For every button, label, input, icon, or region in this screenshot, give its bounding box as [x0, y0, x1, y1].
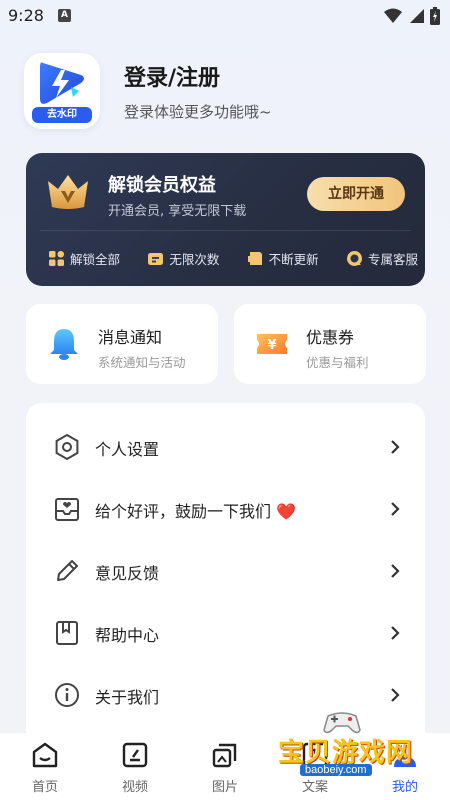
- nav-label: 我的: [391, 780, 418, 795]
- review-icon: [55, 498, 79, 521]
- menu-item-help[interactable]: 帮助中心: [26, 603, 425, 663]
- notifications-card[interactable]: 消息通知 系统通知与活动: [26, 304, 218, 384]
- nav-label: 视频: [121, 780, 148, 795]
- menu-label: 帮助中心: [95, 626, 160, 645]
- nav-label: 首页: [31, 780, 58, 795]
- vip-divider: [40, 230, 411, 231]
- chevron-right-icon: [391, 440, 400, 454]
- menu-item-about[interactable]: 关于我们: [26, 665, 425, 725]
- user-icon: [394, 744, 416, 767]
- perk-label: 解锁全部: [70, 252, 121, 267]
- battery-icon: [430, 7, 440, 25]
- bolt-logo-icon: [40, 62, 84, 104]
- home-icon: [32, 742, 58, 768]
- menu-item-review[interactable]: 给个好评，鼓励一下我们 ❤️: [26, 479, 425, 539]
- chevron-right-icon: [391, 688, 400, 702]
- coupon-icon: ¥: [257, 334, 287, 354]
- pencil-icon: [57, 560, 78, 581]
- nav-label: 文案: [301, 780, 328, 795]
- notification-badge: A: [58, 9, 71, 22]
- coupons-subtitle: 优惠与福利: [306, 355, 369, 370]
- menu-label: 意见反馈: [95, 564, 160, 583]
- perk-unlock-all: 解锁全部: [48, 249, 120, 268]
- bell-icon: [50, 329, 78, 360]
- notifications-subtitle: 系统通知与活动: [98, 355, 186, 370]
- nav-video[interactable]: 视频: [105, 741, 165, 797]
- login-subtitle: 登录体验更多功能哦~: [124, 103, 272, 121]
- logo-label: 去水印: [32, 107, 92, 123]
- menu-item-settings[interactable]: 个人设置: [26, 417, 425, 477]
- coupons-title: 优惠券: [306, 328, 355, 347]
- nav-label: 图片: [211, 780, 238, 795]
- grid-icon: [49, 251, 64, 266]
- perk-label: 无限次数: [169, 252, 220, 267]
- nav-mine[interactable]: 我的: [375, 741, 435, 797]
- image-icon: [212, 743, 237, 768]
- perk-label: 专属客服: [367, 252, 418, 267]
- bottom-nav: 首页 视频 图片 文案 我的: [0, 733, 450, 800]
- settings-icon: [55, 433, 79, 461]
- nav-text[interactable]: 文案: [285, 741, 345, 797]
- ticket-icon: [148, 253, 164, 265]
- signal-icon: [410, 9, 424, 23]
- update-icon: [247, 252, 262, 265]
- notifications-title: 消息通知: [98, 328, 163, 347]
- nav-image[interactable]: 图片: [195, 741, 255, 797]
- vip-card[interactable]: 解锁会员权益 开通会员, 享受无限下载 立即开通 解锁全部 无限次数 不断更新: [26, 153, 425, 286]
- perk-label: 不断更新: [268, 252, 319, 267]
- status-bar: 9:28 A: [0, 0, 450, 32]
- status-icons: [384, 6, 440, 26]
- wifi-icon: [384, 8, 402, 23]
- bookmark-icon: [56, 621, 78, 645]
- menu-item-feedback[interactable]: 意见反馈: [26, 541, 425, 601]
- menu-label: 给个好评，鼓励一下我们 ❤️: [95, 502, 297, 521]
- coupons-card[interactable]: ¥ 优惠券 优惠与福利: [234, 304, 426, 384]
- video-icon: [122, 742, 148, 768]
- info-icon: [55, 683, 79, 707]
- menu-panel: 个人设置 给个好评，鼓励一下我们 ❤️ 意见反馈 帮助中心 关于我们: [26, 403, 425, 763]
- open-vip-button[interactable]: 立即开通: [307, 177, 405, 211]
- text-icon: [302, 742, 328, 768]
- vip-title: 解锁会员权益: [108, 175, 216, 196]
- menu-label: 个人设置: [95, 440, 160, 459]
- vip-subtitle: 开通会员, 享受无限下载: [108, 204, 247, 219]
- chat-icon: [346, 251, 362, 266]
- menu-label: 关于我们: [95, 688, 160, 707]
- perk-updating: 不断更新: [247, 249, 319, 268]
- perk-unlimited: 无限次数: [147, 249, 219, 268]
- chevron-right-icon: [391, 502, 400, 516]
- app-logo[interactable]: 去水印: [24, 53, 100, 129]
- perk-customer-service: 专属客服: [346, 249, 418, 268]
- chevron-right-icon: [391, 564, 400, 578]
- login-register-link[interactable]: 登录/注册: [124, 60, 220, 92]
- heart-icon: ❤️: [276, 502, 297, 521]
- vip-perks: 解锁全部 无限次数 不断更新 专属客服: [48, 249, 418, 268]
- vip-crown-icon: [48, 175, 88, 209]
- status-time: 9:28: [8, 6, 44, 25]
- chevron-right-icon: [391, 626, 400, 640]
- nav-home[interactable]: 首页: [15, 741, 75, 797]
- svg-text:¥: ¥: [267, 338, 276, 353]
